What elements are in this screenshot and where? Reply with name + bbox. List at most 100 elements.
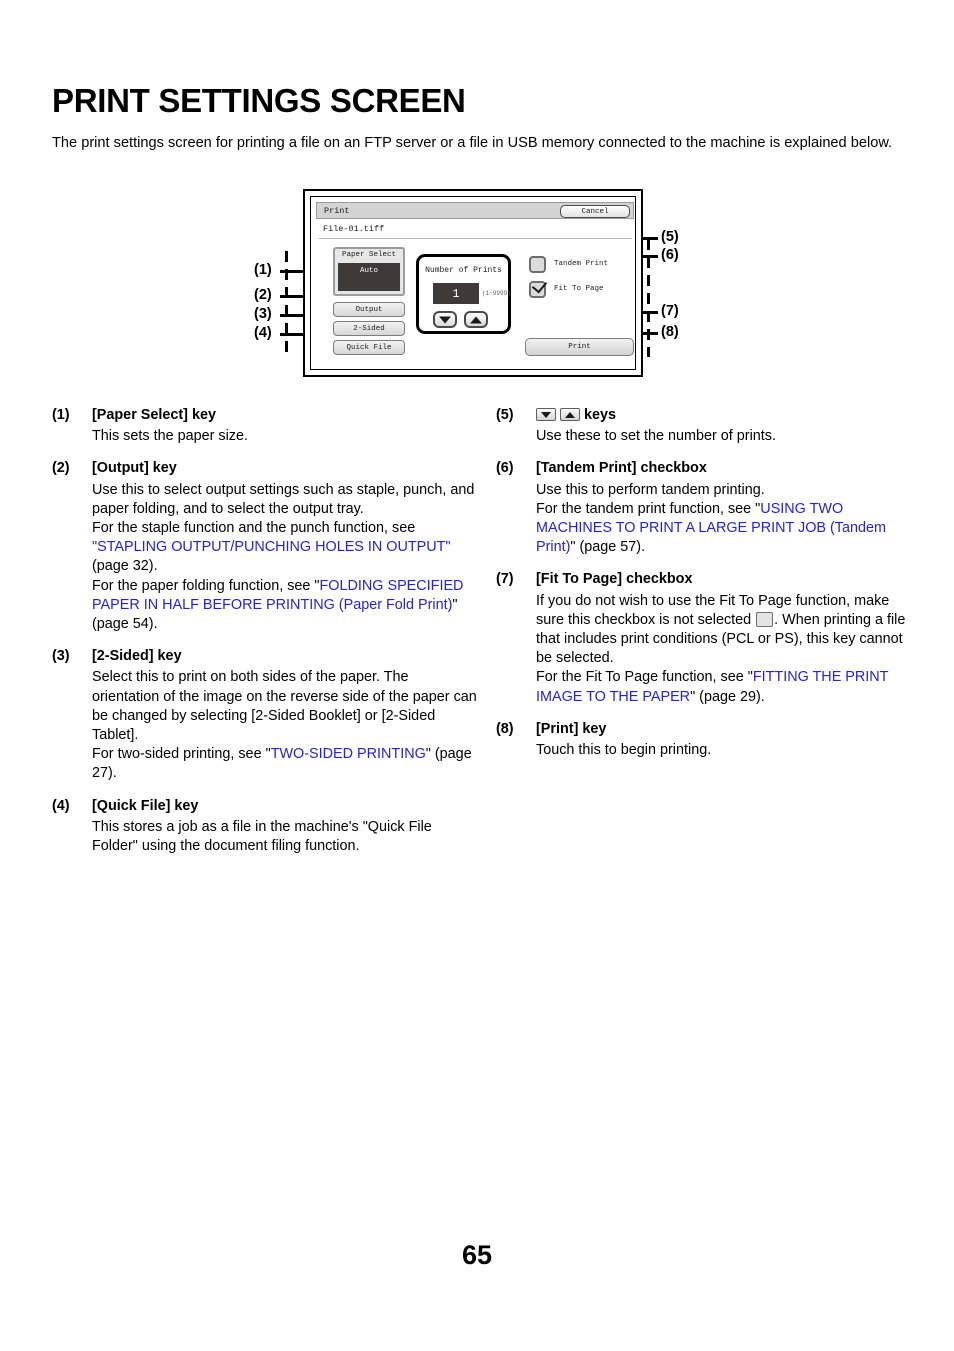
item-5-line-1: Use these to set the number of prints.	[536, 428, 776, 445]
page-title: PRINT SETTINGS SCREEN	[52, 82, 466, 120]
triangle-down-key-icon	[536, 408, 556, 421]
item-list-left: (1) [Paper Select] key This sets the pap…	[52, 406, 477, 869]
item-2-link-1[interactable]: "STAPLING OUTPUT/PUNCHING HOLES IN OUTPU…	[92, 539, 451, 555]
triangle-up-icon	[470, 316, 482, 323]
item-8: (8) [Print] key Touch this to begin prin…	[496, 720, 916, 760]
item-5-title-wrap: keys	[536, 406, 916, 425]
print-button-label: Print	[568, 343, 591, 351]
print-button[interactable]: Print	[525, 338, 634, 356]
file-name-divider	[319, 238, 632, 239]
number-of-prints-up-key[interactable]	[464, 311, 488, 328]
item-7-line-2: For the Fit To Page function, see "	[536, 669, 753, 686]
item-8-body: Touch this to begin printing.	[536, 741, 916, 760]
paper-select-key[interactable]: Paper Select Auto	[333, 247, 405, 296]
item-2-line-4: For the paper folding function, see "	[92, 577, 320, 594]
item-5-number: (5)	[496, 407, 514, 423]
item-4-number: (4)	[52, 797, 70, 814]
operation-panel-inner: Print Cancel File-01.tiff Paper Select A…	[310, 196, 636, 370]
file-name-label: File-01.tiff	[323, 224, 385, 234]
check-icon	[531, 277, 548, 294]
item-6-line-3: " (page 57).	[570, 539, 646, 556]
callout-label-4: (4)	[254, 325, 272, 341]
two-sided-key-label: 2-Sided	[353, 325, 385, 333]
item-5-body: Use these to set the number of prints.	[536, 427, 916, 446]
quick-file-key-label: Quick File	[346, 344, 392, 352]
callout-label-5: (5)	[661, 229, 679, 245]
item-8-number: (8)	[496, 720, 514, 737]
callout-label-8: (8)	[661, 324, 679, 340]
item-list-right: (5) keys Use these to set the number of …	[496, 406, 916, 773]
document-page: PRINT SETTINGS SCREEN The print settings…	[0, 0, 954, 1351]
fit-to-page-row[interactable]: Fit To Page	[529, 277, 639, 301]
item-6-line-1: Use this to perform tandem printing.	[536, 481, 765, 498]
cancel-button[interactable]: Cancel	[560, 205, 630, 218]
item-5: (5) keys Use these to set the number of …	[496, 406, 916, 446]
item-3-head: (3) [2-Sided] key	[52, 647, 477, 666]
item-2-head: (2) [Output] key	[52, 459, 477, 478]
tandem-print-checkbox[interactable]	[529, 256, 546, 273]
item-5-head: (5) keys	[496, 406, 916, 425]
item-7-line-3: " (page 29).	[690, 688, 765, 705]
print-settings-screen-figure: (1) (2) (3) (4) (5) (6) (7) (8) Print Ca…	[254, 183, 705, 383]
item-1-head: (1) [Paper Select] key	[52, 406, 477, 425]
paper-select-value: Auto	[359, 267, 378, 275]
item-4: (4) [Quick File] key This stores a job a…	[52, 797, 477, 857]
screen-titlebar: Print Cancel	[316, 202, 634, 219]
left-callout-guide-line	[285, 251, 288, 357]
item-6-line-2: For the tandem print function, see "	[536, 500, 761, 517]
item-3-number: (3)	[52, 648, 70, 665]
item-2-line-3: (page 32).	[92, 558, 158, 575]
item-1-line-1: This sets the paper size.	[92, 428, 248, 445]
item-4-line-1: This stores a job as a file in the machi…	[92, 818, 432, 855]
item-3-link-1[interactable]: TWO-SIDED PRINTING	[271, 746, 426, 762]
item-6-title: [Tandem Print] checkbox	[536, 460, 707, 477]
callout-label-1: (1)	[254, 262, 272, 278]
item-4-body: This stores a job as a file in the machi…	[92, 818, 477, 856]
callout-label-6: (6)	[661, 247, 679, 263]
item-2-line-1: Use this to select output settings such …	[92, 481, 475, 517]
item-6: (6) [Tandem Print] checkbox Use this to …	[496, 459, 916, 557]
cancel-button-label: Cancel	[581, 208, 609, 216]
paper-select-display: Auto	[338, 263, 400, 291]
item-3-body: Select this to print on both sides of th…	[92, 668, 477, 783]
fit-to-page-checkbox[interactable]	[529, 277, 548, 298]
tandem-print-label: Tandem Print	[554, 260, 609, 268]
item-6-head: (6) [Tandem Print] checkbox	[496, 459, 916, 478]
unchecked-checkbox-icon	[756, 611, 774, 627]
item-3-line-1: Select this to print on both sides of th…	[92, 669, 477, 744]
screen-title-label: Print	[324, 206, 350, 216]
number-of-prints-value: 1	[452, 287, 460, 301]
triangle-down-icon	[439, 316, 451, 323]
item-3-line-2: For two-sided printing, see "	[92, 746, 271, 763]
item-1: (1) [Paper Select] key This sets the pap…	[52, 406, 477, 446]
two-sided-key[interactable]: 2-Sided	[333, 321, 405, 336]
fit-to-page-label: Fit To Page	[554, 285, 604, 293]
number-of-prints-display: 1	[433, 283, 479, 304]
item-8-title: [Print] key	[536, 720, 607, 737]
quick-file-key[interactable]: Quick File	[333, 340, 405, 355]
number-of-prints-box: Number of Prints 1 (1~9999)	[416, 254, 511, 334]
callout-label-3: (3)	[254, 306, 272, 322]
item-3-title: [2-Sided] key	[92, 648, 182, 665]
triangle-up-key-icon	[560, 408, 580, 421]
item-7-head: (7) [Fit To Page] checkbox	[496, 570, 916, 589]
item-3: (3) [2-Sided] key Select this to print o…	[52, 647, 477, 783]
item-7-body: If you do not wish to use the Fit To Pag…	[536, 592, 916, 707]
operation-panel-frame: Print Cancel File-01.tiff Paper Select A…	[303, 189, 643, 377]
item-1-body: This sets the paper size.	[92, 427, 477, 446]
number-of-prints-down-key[interactable]	[433, 311, 457, 328]
item-5-title: keys	[584, 407, 617, 423]
callout-label-2: (2)	[254, 287, 272, 303]
tandem-print-row[interactable]: Tandem Print	[529, 256, 639, 276]
output-key-label: Output	[355, 306, 383, 314]
number-of-prints-range: (1~9999)	[482, 290, 511, 297]
output-key[interactable]: Output	[333, 302, 405, 317]
item-2-title: [Output] key	[92, 460, 177, 477]
page-number: 65	[461, 1240, 493, 1270]
number-of-prints-title: Number of Prints	[425, 266, 502, 275]
item-2-line-2: For the staple function and the punch fu…	[92, 520, 416, 537]
paper-select-label: Paper Select	[341, 251, 396, 259]
item-4-title: [Quick File] key	[92, 797, 199, 814]
item-8-head: (8) [Print] key	[496, 720, 916, 739]
item-8-line-1: Touch this to begin printing.	[536, 742, 712, 759]
